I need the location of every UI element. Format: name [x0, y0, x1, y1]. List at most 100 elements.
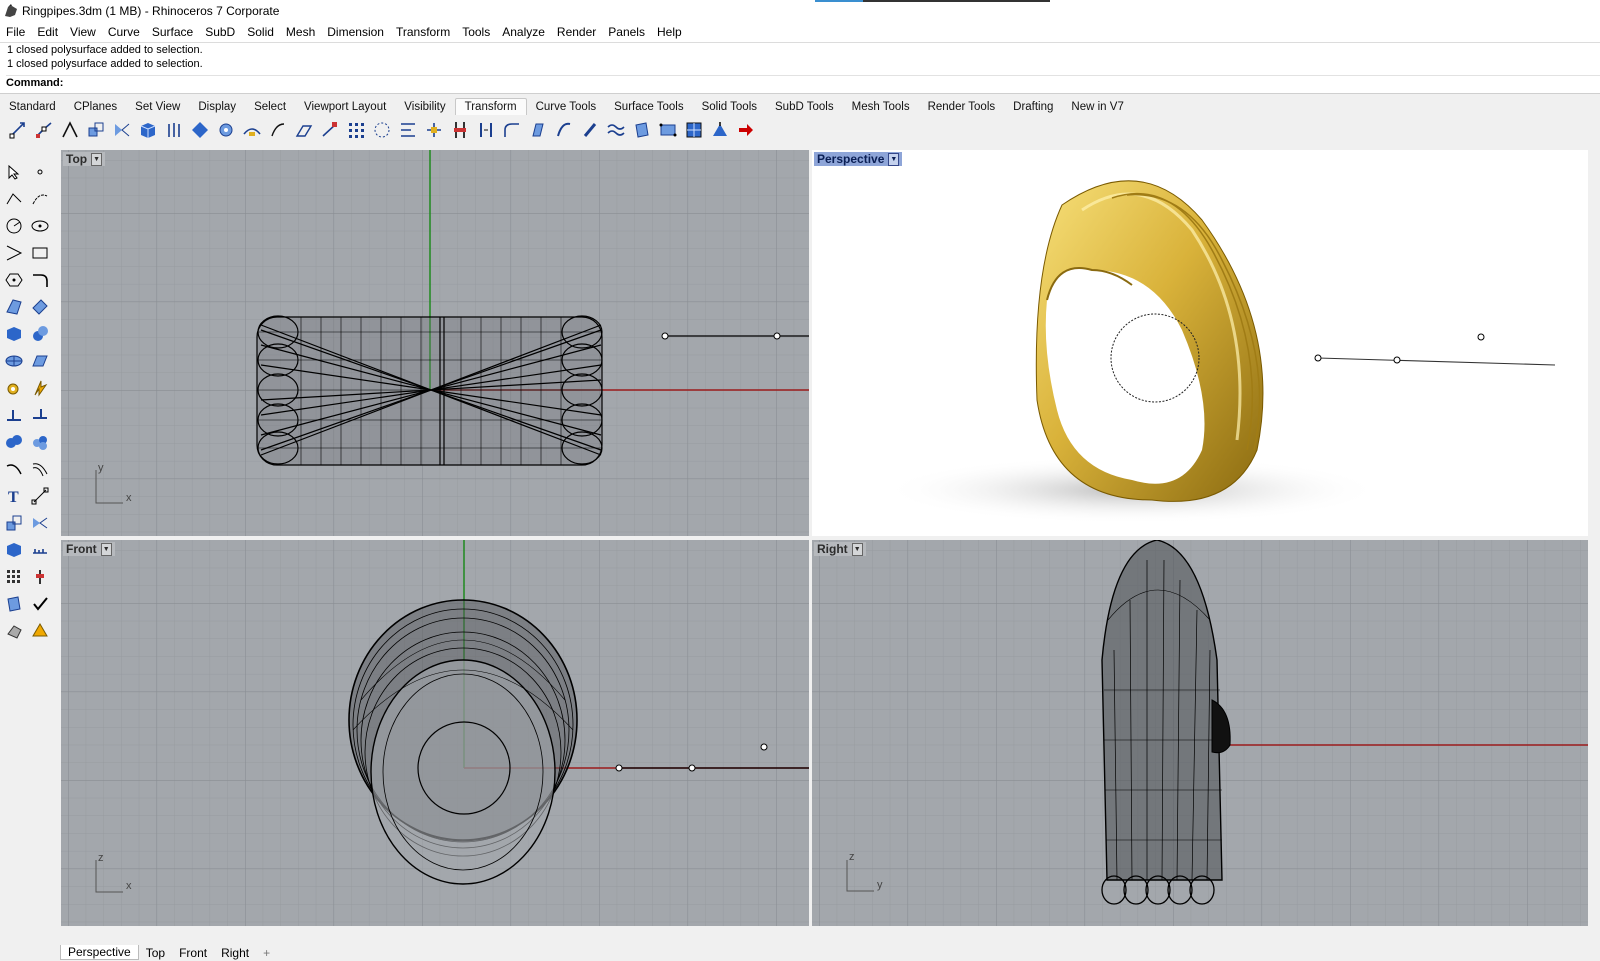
tab-select[interactable]: Select [245, 99, 295, 115]
surface-corner-icon[interactable] [2, 295, 26, 319]
render-icon[interactable] [2, 619, 26, 643]
text-icon[interactable]: T [2, 484, 26, 508]
set-points-icon[interactable] [422, 118, 446, 142]
taper-icon[interactable] [318, 118, 342, 142]
viewport-menu-chevron-icon[interactable]: ▼ [91, 152, 103, 166]
viewport-menu-chevron-icon[interactable]: ▼ [851, 542, 863, 556]
scale-icon[interactable] [84, 118, 108, 142]
polar-array-icon[interactable] [370, 118, 394, 142]
check-icon[interactable] [28, 592, 52, 616]
dimension-icon[interactable] [28, 484, 52, 508]
offset-curve-icon[interactable] [28, 457, 52, 481]
smooth-icon[interactable] [500, 118, 524, 142]
curve-from-object-icon[interactable] [2, 457, 26, 481]
remap-icon[interactable] [448, 118, 472, 142]
gear-icon[interactable] [2, 376, 26, 400]
menu-solid[interactable]: Solid [241, 25, 280, 39]
create-cage-icon[interactable] [682, 118, 706, 142]
menu-analyze[interactable]: Analyze [496, 25, 551, 39]
tab-set-view[interactable]: Set View [126, 99, 189, 115]
sporph-icon[interactable] [578, 118, 602, 142]
split-icon[interactable] [28, 403, 52, 427]
tab-mesh-tools[interactable]: Mesh Tools [843, 99, 919, 115]
select-arrow-icon[interactable] [2, 160, 26, 184]
menu-dimension[interactable]: Dimension [321, 25, 390, 39]
viewport-right[interactable]: Right ▼ z y [812, 540, 1588, 926]
tab-visibility[interactable]: Visibility [395, 99, 454, 115]
menu-view[interactable]: View [64, 25, 102, 39]
transform-scale-icon[interactable] [2, 511, 26, 535]
viewport-tab-top[interactable]: Top [139, 946, 172, 960]
menu-edit[interactable]: Edit [31, 25, 64, 39]
boolean-union-icon[interactable] [2, 430, 26, 454]
menu-transform[interactable]: Transform [390, 25, 456, 39]
mesh-plane-icon[interactable] [28, 349, 52, 373]
menu-panels[interactable]: Panels [602, 25, 651, 39]
circle-icon[interactable] [2, 214, 26, 238]
viewport-front[interactable]: Front ▼ z x [61, 540, 809, 926]
grid-array-icon[interactable] [344, 118, 368, 142]
project-icon[interactable] [526, 118, 550, 142]
viewport-label-top[interactable]: Top ▼ [63, 152, 106, 166]
orient-on-surface-icon[interactable] [474, 118, 498, 142]
viewport-label-perspective[interactable]: Perspective ▼ [814, 152, 903, 166]
move-icon[interactable] [6, 118, 30, 142]
viewport-menu-chevron-icon[interactable]: ▼ [100, 542, 112, 556]
twist-icon[interactable] [214, 118, 238, 142]
splop-icon[interactable] [552, 118, 576, 142]
fillet-curve-icon[interactable] [28, 268, 52, 292]
tab-curve-tools[interactable]: Curve Tools [527, 99, 606, 115]
ellipse-icon[interactable] [28, 214, 52, 238]
solid-tools-icon[interactable] [2, 538, 26, 562]
gumball-toggle-icon[interactable] [28, 565, 52, 589]
viewport-tab-front[interactable]: Front [172, 946, 214, 960]
menu-mesh[interactable]: Mesh [280, 25, 321, 39]
viewport-tab-perspective[interactable]: Perspective [60, 945, 139, 960]
align-icon[interactable] [396, 118, 420, 142]
lightning-icon[interactable] [28, 376, 52, 400]
array-grid-icon[interactable] [2, 565, 26, 589]
viewport-label-right[interactable]: Right ▼ [814, 542, 866, 556]
tab-new-in-v7[interactable]: New in V7 [1062, 99, 1132, 115]
tab-viewport-layout[interactable]: Viewport Layout [295, 99, 395, 115]
sphere-icon[interactable] [28, 322, 52, 346]
tab-render-tools[interactable]: Render Tools [919, 99, 1005, 115]
orient-icon[interactable] [188, 118, 212, 142]
polygon-icon[interactable] [2, 268, 26, 292]
surface-edge-icon[interactable] [28, 295, 52, 319]
flow-icon[interactable] [266, 118, 290, 142]
curve-icon[interactable] [28, 187, 52, 211]
tab-drafting[interactable]: Drafting [1004, 99, 1062, 115]
boolean-difference-icon[interactable] [28, 430, 52, 454]
cage-edit-icon[interactable] [656, 118, 680, 142]
tab-display[interactable]: Display [189, 99, 245, 115]
viewport-menu-chevron-icon[interactable]: ▼ [888, 152, 900, 166]
rectangle-icon[interactable] [28, 241, 52, 265]
tab-transform[interactable]: Transform [454, 98, 527, 115]
trim-icon[interactable] [2, 403, 26, 427]
menu-file[interactable]: File [0, 25, 31, 39]
tab-standard[interactable]: Standard [0, 99, 65, 115]
solid-box-icon[interactable] [2, 322, 26, 346]
mirror-icon[interactable] [110, 118, 134, 142]
menu-render[interactable]: Render [551, 25, 602, 39]
menu-tools[interactable]: Tools [456, 25, 496, 39]
analyze-icon[interactable] [2, 592, 26, 616]
menu-help[interactable]: Help [651, 25, 688, 39]
menu-surface[interactable]: Surface [146, 25, 199, 39]
polyline-icon[interactable] [2, 187, 26, 211]
stretch-icon[interactable] [630, 118, 654, 142]
arc-icon[interactable] [2, 241, 26, 265]
tab-cplanes[interactable]: CPlanes [65, 99, 126, 115]
gumball-icon[interactable] [708, 118, 732, 142]
rotate-icon[interactable] [58, 118, 82, 142]
viewport-top[interactable]: Top ▼ y x [61, 150, 809, 536]
transform-mirror-icon[interactable] [28, 511, 52, 535]
copy-icon[interactable] [32, 118, 56, 142]
box-icon[interactable] [136, 118, 160, 142]
point-icon[interactable] [28, 160, 52, 184]
arrow-more-icon[interactable] [734, 118, 758, 142]
array-icon[interactable] [162, 118, 186, 142]
maelstrom-icon[interactable] [604, 118, 628, 142]
viewport-label-front[interactable]: Front ▼ [63, 542, 115, 556]
